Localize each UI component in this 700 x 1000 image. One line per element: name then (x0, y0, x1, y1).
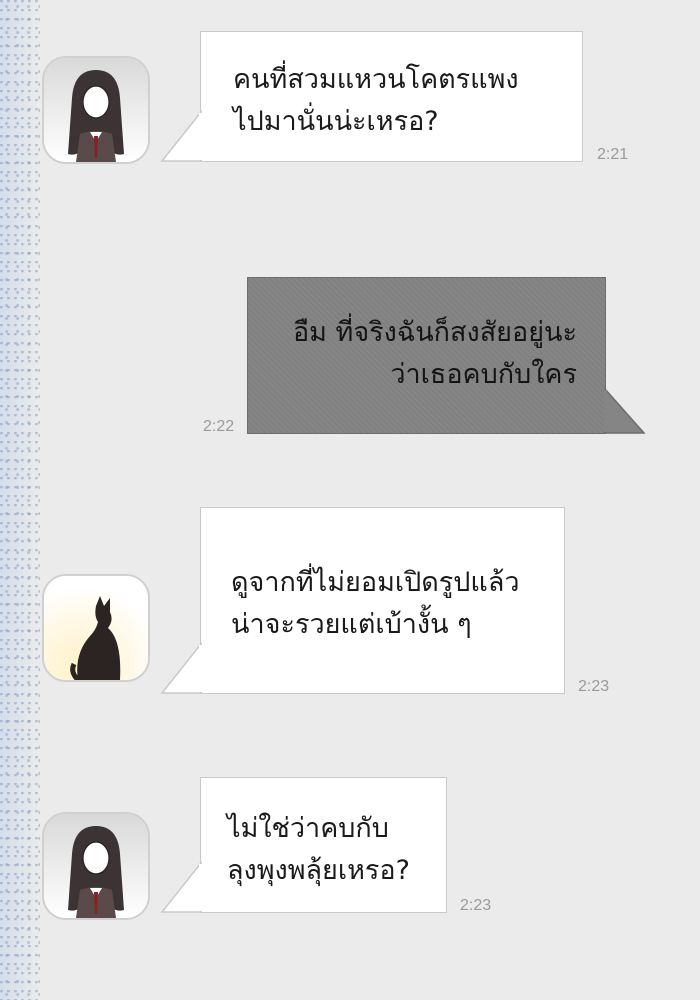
black-cat-icon (44, 576, 148, 680)
message-timestamp: 2:23 (578, 678, 610, 695)
bubble-tail (604, 388, 646, 434)
message-timestamp: 2:23 (460, 897, 492, 914)
message-line: น่าจะรวยแต่เบ้างั้น ๆ (231, 609, 472, 640)
message-timestamp: 2:21 (597, 146, 629, 163)
message-line: ว่าเธอคบกับใคร (390, 359, 577, 390)
message-bubble-received[interactable]: ดูจากที่ไม่ยอมเปิดรูปแล้ว น่าจะรวยแต่เบ้… (200, 507, 565, 694)
avatar-girl[interactable] (42, 812, 150, 920)
girl-avatar-icon (44, 814, 148, 918)
bubble-tail (160, 861, 202, 913)
bubble-tail (160, 110, 202, 162)
message-bubble-received[interactable]: ไม่ใช่ว่าคบกับ ลุงพุงพลุ้ยเหรอ? (200, 777, 447, 913)
message-line: ดูจากที่ไม่ยอมเปิดรูปแล้ว (231, 567, 520, 598)
avatar-girl[interactable] (42, 56, 150, 164)
bubble-tail (160, 642, 202, 694)
message-line: ไม่ใช่ว่าคบกับ (227, 813, 389, 844)
message-line: คนที่สวมแหวนโคตรแพง (233, 64, 519, 95)
panel-edge-texture (0, 0, 40, 1000)
girl-avatar-icon (44, 58, 148, 162)
message-line: ไปมานั่นน่ะเหรอ? (233, 106, 439, 137)
message-bubble-received[interactable]: คนที่สวมแหวนโคตรแพง ไปมานั่นน่ะเหรอ? (200, 31, 583, 162)
message-timestamp: 2:22 (203, 418, 235, 435)
message-line: อืม ที่จริงฉันก็สงสัยอยู่นะ (292, 317, 577, 348)
avatar-cat[interactable] (42, 574, 150, 682)
message-bubble-sent[interactable]: อืม ที่จริงฉันก็สงสัยอยู่นะ ว่าเธอคบกับใ… (247, 277, 606, 434)
message-line: ลุงพุงพลุ้ยเหรอ? (227, 855, 410, 886)
